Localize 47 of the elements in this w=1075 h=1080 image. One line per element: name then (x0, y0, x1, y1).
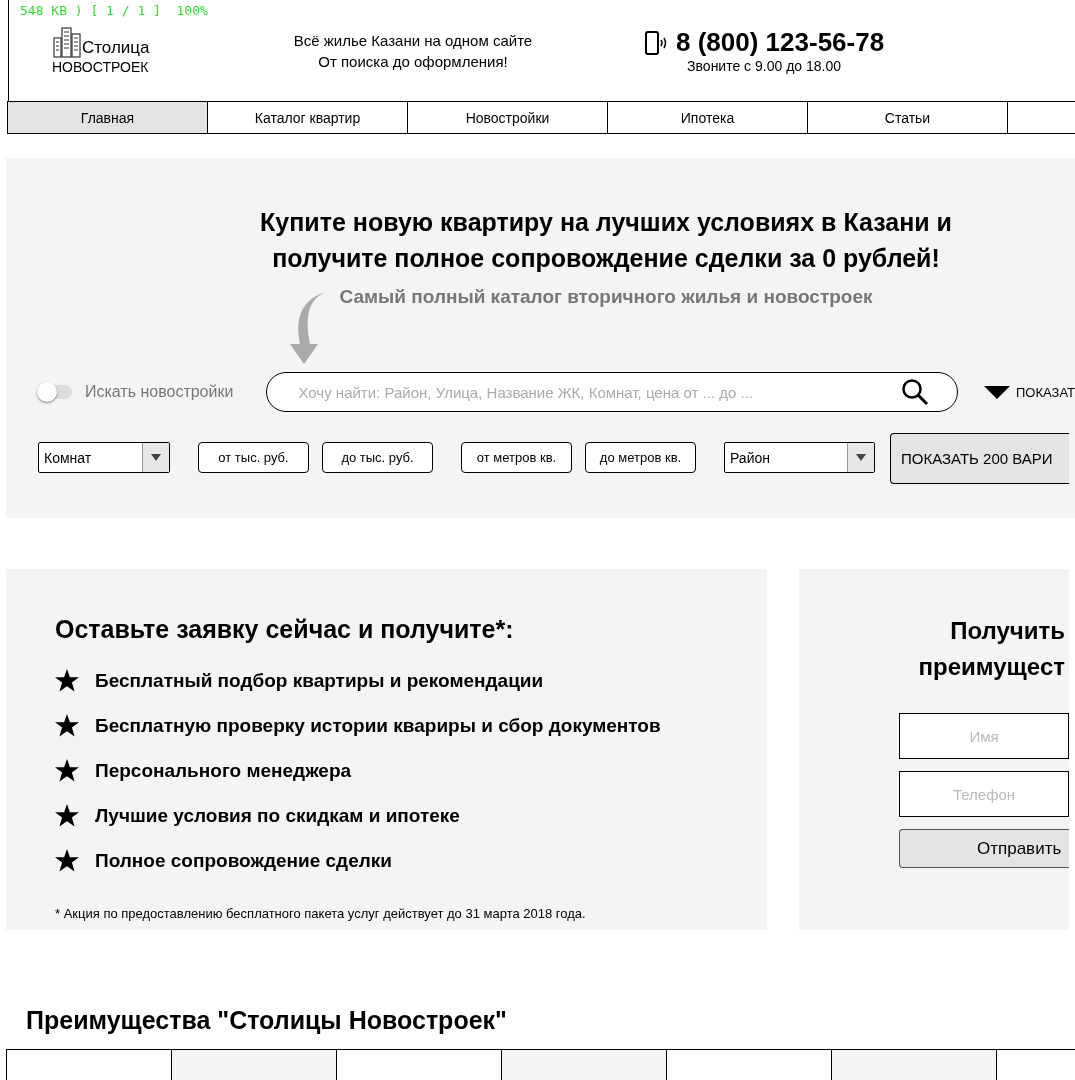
input-field[interactable]: Телефон (899, 771, 1069, 817)
offer-title: Оставьте заявку сейчас и получите*: (55, 615, 515, 644)
toggle-switch[interactable] (38, 385, 72, 399)
form-title: преимущест (917, 652, 1065, 682)
hours-text: Звоните с 9.00 до 18.00 (687, 58, 842, 74)
benefit-text: Бесплатный подбор квартиры и рекомендации (95, 669, 544, 692)
benefit-text: Бесплатную проверку истории квариры и сбор документов (95, 714, 661, 737)
search-icon[interactable] (901, 378, 929, 406)
phone-number: 8 (800) 123-56-78 (676, 27, 885, 58)
hero-title: Купите новую квартиру на лучших условиях в Казани и (260, 207, 952, 238)
star-icon (55, 804, 79, 827)
hero-subtitle: Самый полный каталог вторичного жилья и новостроек (339, 286, 873, 308)
form-title: Получить (949, 616, 1065, 646)
benefit-text: Персонального менеджера (95, 759, 352, 782)
show-results-button[interactable]: ПОКАЗАТЬ 200 ВАРИ (890, 433, 1069, 484)
triangle-down-icon[interactable] (984, 385, 1010, 399)
star-icon (55, 759, 79, 782)
input-field[interactable]: от метров кв. (461, 442, 572, 473)
nav-tab[interactable]: Главная (8, 102, 208, 133)
search-bar[interactable]: Хочу найти: Район, Улица, Название ЖК, Комнат, цена от ... до ... (265, 372, 958, 412)
star-icon (55, 849, 79, 872)
dropdown[interactable]: Район (724, 442, 875, 473)
input-field[interactable]: Имя (899, 713, 1069, 759)
star-icon (55, 669, 79, 692)
phone-icon (644, 30, 668, 55)
logo-text: Столица (82, 38, 150, 58)
toggle-label: Искать новостройки (84, 383, 235, 401)
input-field[interactable]: до метров кв. (585, 442, 696, 473)
logo-text: НОВОСТРОЕК (52, 59, 150, 75)
benefit-text: Полное сопровождение сделки (95, 849, 392, 872)
section-title: Преимущества "Столицы Новостроек" (26, 1006, 508, 1035)
show-more-link[interactable]: ПОКАЗАТ (1016, 384, 1075, 400)
buildings-icon (52, 26, 82, 58)
send-button[interactable]: Отправить (899, 829, 1069, 868)
search-input[interactable]: Хочу найти: Район, Улица, Название ЖК, Комнат, цена от ... до ... (296, 382, 901, 402)
tagline-text: От поиска до оформления! (317, 51, 509, 72)
dropdown[interactable]: Комнат (38, 442, 170, 473)
caret-icon (856, 454, 866, 461)
viewer-status: 548 KB ) [ 1 / 1 ] 100% (20, 3, 208, 18)
caret-icon (151, 454, 161, 461)
tagline-text: Всё жилье Казани на одном сайте (292, 30, 534, 51)
footnote-text: * Акция по предоставлению бесплатного пакета услуг действует до 31 марта 2018 года. (55, 906, 587, 921)
input-field[interactable]: до тыс. руб. (322, 442, 433, 473)
input-field[interactable]: от тыс. руб. (198, 442, 309, 473)
hero-title: получите полное сопровождение сделки за 0 рублей! (272, 243, 940, 274)
benefit-text: Лучшие условия по скидкам и ипотеке (95, 804, 460, 827)
star-icon (55, 714, 79, 737)
